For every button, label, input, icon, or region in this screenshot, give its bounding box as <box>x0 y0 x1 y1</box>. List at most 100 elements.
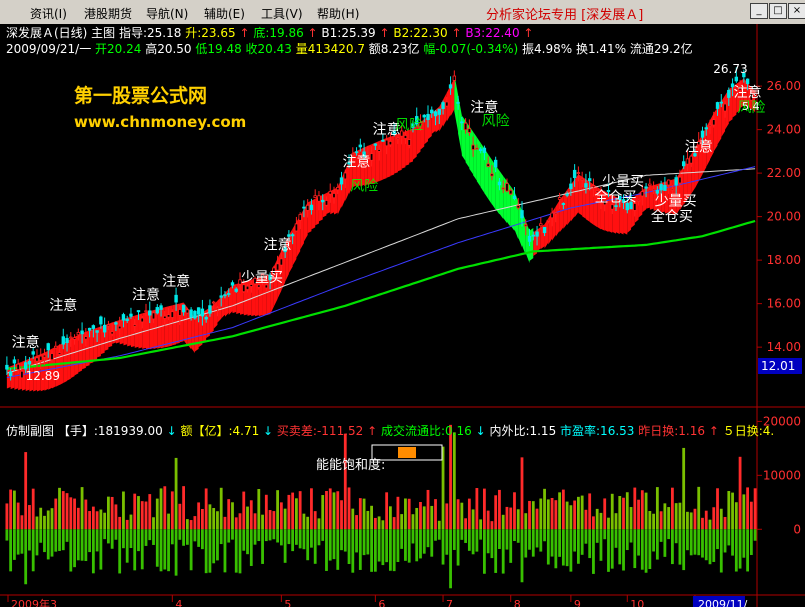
flow-bar <box>595 529 599 543</box>
volume-bar <box>385 492 389 530</box>
volume-bar <box>554 500 558 530</box>
candle-body <box>456 101 460 104</box>
trend-band-segment <box>473 131 477 181</box>
flow-bar <box>629 529 633 543</box>
flow-bar <box>633 529 637 569</box>
menu-item-tools[interactable]: 工具(V) <box>261 5 303 22</box>
menu-item-assist[interactable]: 辅助(E) <box>204 5 245 22</box>
close-button[interactable]: × <box>788 3 805 19</box>
flow-bar <box>279 529 283 546</box>
trend-band-segment <box>67 338 71 381</box>
candle-body <box>648 183 652 186</box>
candle-body <box>129 313 133 317</box>
candle-body <box>163 315 167 319</box>
candle-body <box>245 285 250 290</box>
flow-bar <box>201 529 204 550</box>
volume-bar <box>565 501 569 530</box>
volume-bar <box>182 486 185 530</box>
volume-bar <box>430 505 434 530</box>
signal-caution-label: 注意 <box>162 273 190 290</box>
main-indicator-header-item: B3:22.40 <box>465 26 523 40</box>
candle-body <box>388 141 393 146</box>
candle-body <box>279 258 284 266</box>
flow-bar <box>407 529 411 563</box>
volume-bar <box>738 456 742 530</box>
menu-item-hk-futures[interactable]: 港股期货 <box>84 5 132 22</box>
flow-bar <box>76 529 80 561</box>
volume-bar <box>727 491 731 530</box>
sub-indicator-header-item: 额【亿】:4.71 <box>180 423 263 438</box>
volume-bar <box>437 520 441 530</box>
trend-band-segment <box>296 215 301 258</box>
candle-body <box>584 183 588 188</box>
stock-chart[interactable]: 注意注意注意注意注意注意注意注意注意注意风险风险 风险风险少量买少量买少量买全仓买… <box>0 24 805 607</box>
candle-body <box>727 89 731 98</box>
volume-bar <box>494 495 498 530</box>
quote-info-line-item: 额8.23亿 <box>369 41 424 56</box>
volume-bar <box>419 502 422 530</box>
main-indicator-header-item: ↑ <box>239 26 253 40</box>
flow-bar <box>704 529 708 561</box>
volume-bar <box>400 514 404 530</box>
volume-bar <box>516 509 520 530</box>
volume-bar <box>253 513 257 530</box>
flow-bar <box>573 529 577 552</box>
trend-band-segment <box>74 334 79 376</box>
volume-bar <box>445 503 449 530</box>
volume-bar <box>573 500 577 530</box>
maximize-button[interactable]: □ <box>769 3 787 19</box>
minimize-button[interactable]: _ <box>750 3 768 19</box>
candle-body <box>148 310 152 316</box>
price-tick-label: 24.00 <box>767 123 801 137</box>
flow-bar <box>663 529 667 557</box>
volume-bar <box>659 511 663 530</box>
candle-body <box>102 324 107 333</box>
flow-bar <box>614 529 618 548</box>
volume-bar <box>238 513 242 530</box>
flow-bar <box>434 529 437 541</box>
flow-bar <box>419 529 422 559</box>
candle-body <box>403 135 408 139</box>
flow-bar <box>43 529 46 553</box>
trend-band-segment <box>488 154 492 205</box>
flow-bar <box>452 529 456 550</box>
candle-body <box>324 200 329 206</box>
candle-body <box>215 307 220 310</box>
main-indicator-header-item: ↑ <box>523 26 533 40</box>
volume-bar <box>358 498 362 530</box>
volume-bar <box>328 488 332 530</box>
trend-band-segment <box>713 107 718 152</box>
flow-bar <box>107 529 110 544</box>
menu-item-info[interactable]: 资讯(I) <box>30 5 67 22</box>
flow-bar <box>347 529 351 565</box>
volume-bar <box>272 511 276 530</box>
candle-body <box>524 224 528 227</box>
flow-bar <box>546 529 550 565</box>
flow-bar <box>317 529 321 546</box>
volume-bar <box>415 507 419 530</box>
flow-bar <box>543 529 546 542</box>
volume-bar <box>475 488 479 530</box>
volume-bar <box>65 493 69 530</box>
right-price-marker: 5.4 <box>742 100 760 113</box>
quote-info-line-item: 低19.48 <box>195 42 245 56</box>
quote-info-line-item: 换1.41% <box>576 42 630 56</box>
menu-item-help[interactable]: 帮助(H) <box>317 5 359 22</box>
volume-bar <box>640 490 644 530</box>
volume-bar <box>667 507 671 530</box>
candle-body <box>294 223 299 232</box>
signal-caution-label: 注意 <box>49 297 77 314</box>
flow-bar <box>520 529 524 583</box>
candle-body <box>644 186 648 189</box>
date-tick-label: 6 <box>378 598 385 607</box>
flow-bar <box>686 529 689 551</box>
flow-bar <box>362 529 366 556</box>
volume-bar <box>84 499 88 530</box>
menu-item-nav[interactable]: 导航(N) <box>146 5 188 22</box>
candle-body <box>76 332 81 336</box>
flow-bar <box>588 529 592 559</box>
flow-bar <box>227 529 231 543</box>
flow-bar <box>396 529 400 562</box>
volume-bar <box>592 516 595 530</box>
candle-body <box>95 330 99 333</box>
